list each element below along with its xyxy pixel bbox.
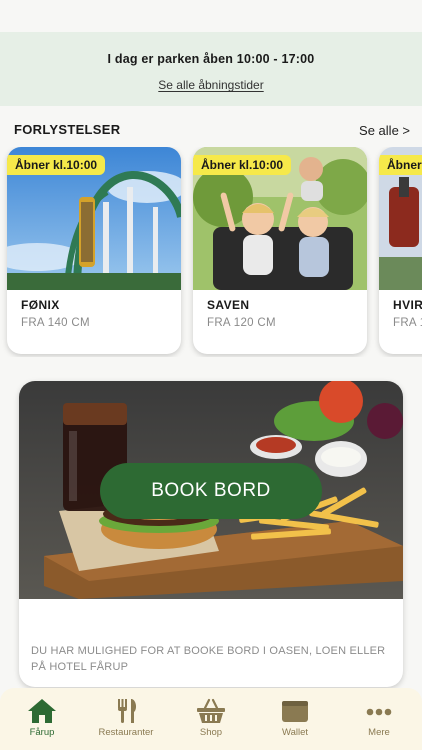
rides-carousel[interactable]: Åbner kl.10:00 FØNIX FRA 140 CM Åbner kl…: [0, 147, 422, 357]
all-opening-hours-link[interactable]: Se alle åbningstider: [0, 78, 422, 92]
tab-mere[interactable]: Mere: [337, 698, 421, 746]
see-all-rides-link[interactable]: Se alle >: [359, 123, 410, 138]
opening-badge: Åbner: [379, 155, 422, 175]
ride-name: SAVEN: [207, 298, 250, 312]
tab-label: Mere: [368, 727, 390, 738]
opening-hours-text: I dag er parken åben 10:00 - 17:00: [107, 52, 315, 66]
ride-card-fonix[interactable]: Åbner kl.10:00 FØNIX FRA 140 CM: [7, 147, 181, 354]
tab-label: Shop: [199, 727, 223, 738]
tab-label: Wallet: [281, 727, 309, 738]
book-table-button[interactable]: BOOK BORD: [100, 463, 322, 519]
bottom-tab-bar: Fårup Restauranter Shop Wallet Mere: [0, 688, 422, 750]
ride-name: FØNIX: [21, 298, 60, 312]
ride-height-requirement: FRA 140 CM: [21, 317, 90, 329]
all-opening-hours-link-label[interactable]: Se alle åbningstider: [158, 78, 263, 92]
tab-wallet[interactable]: Wallet: [253, 698, 337, 746]
opening-hours-banner: I dag er parken åben 10:00 - 17:00 Se al…: [0, 32, 422, 106]
ride-height-requirement: FRA 120 CM: [207, 317, 276, 329]
tab-restauranter[interactable]: Restauranter: [84, 698, 168, 746]
rides-section-header: FORLYSTELSER Se alle >: [14, 122, 410, 140]
rides-section-title: FORLYSTELSER: [14, 122, 121, 137]
tab-farup[interactable]: Fårup: [0, 698, 84, 746]
ride-name: HVIR: [393, 298, 422, 312]
ride-height-requirement: FRA 1: [393, 317, 422, 329]
basket-icon: [197, 698, 225, 723]
promo-description: DU HAR MULIGHED FOR AT BOOKE BORD I OASE…: [31, 645, 386, 673]
more-icon: [366, 708, 392, 716]
home-icon: [28, 699, 56, 723]
ride-card-hvir[interactable]: Åbner HVIR FRA 1: [379, 147, 422, 354]
wallet-icon: [282, 701, 308, 722]
ride-card-saven[interactable]: Åbner kl.10:00 SAVEN FRA 120 CM: [193, 147, 367, 354]
book-table-promo-card[interactable]: BOOK BORD DU HAR MULIGHED FOR AT BOOKE B…: [19, 381, 403, 687]
opening-badge: Åbner kl.10:00: [7, 155, 106, 175]
opening-badge: Åbner kl.10:00: [193, 155, 292, 175]
fork-knife-icon: [118, 699, 137, 723]
tab-label: Fårup: [29, 727, 55, 738]
tab-shop[interactable]: Shop: [169, 698, 253, 746]
tab-label: Restauranter: [98, 727, 154, 738]
